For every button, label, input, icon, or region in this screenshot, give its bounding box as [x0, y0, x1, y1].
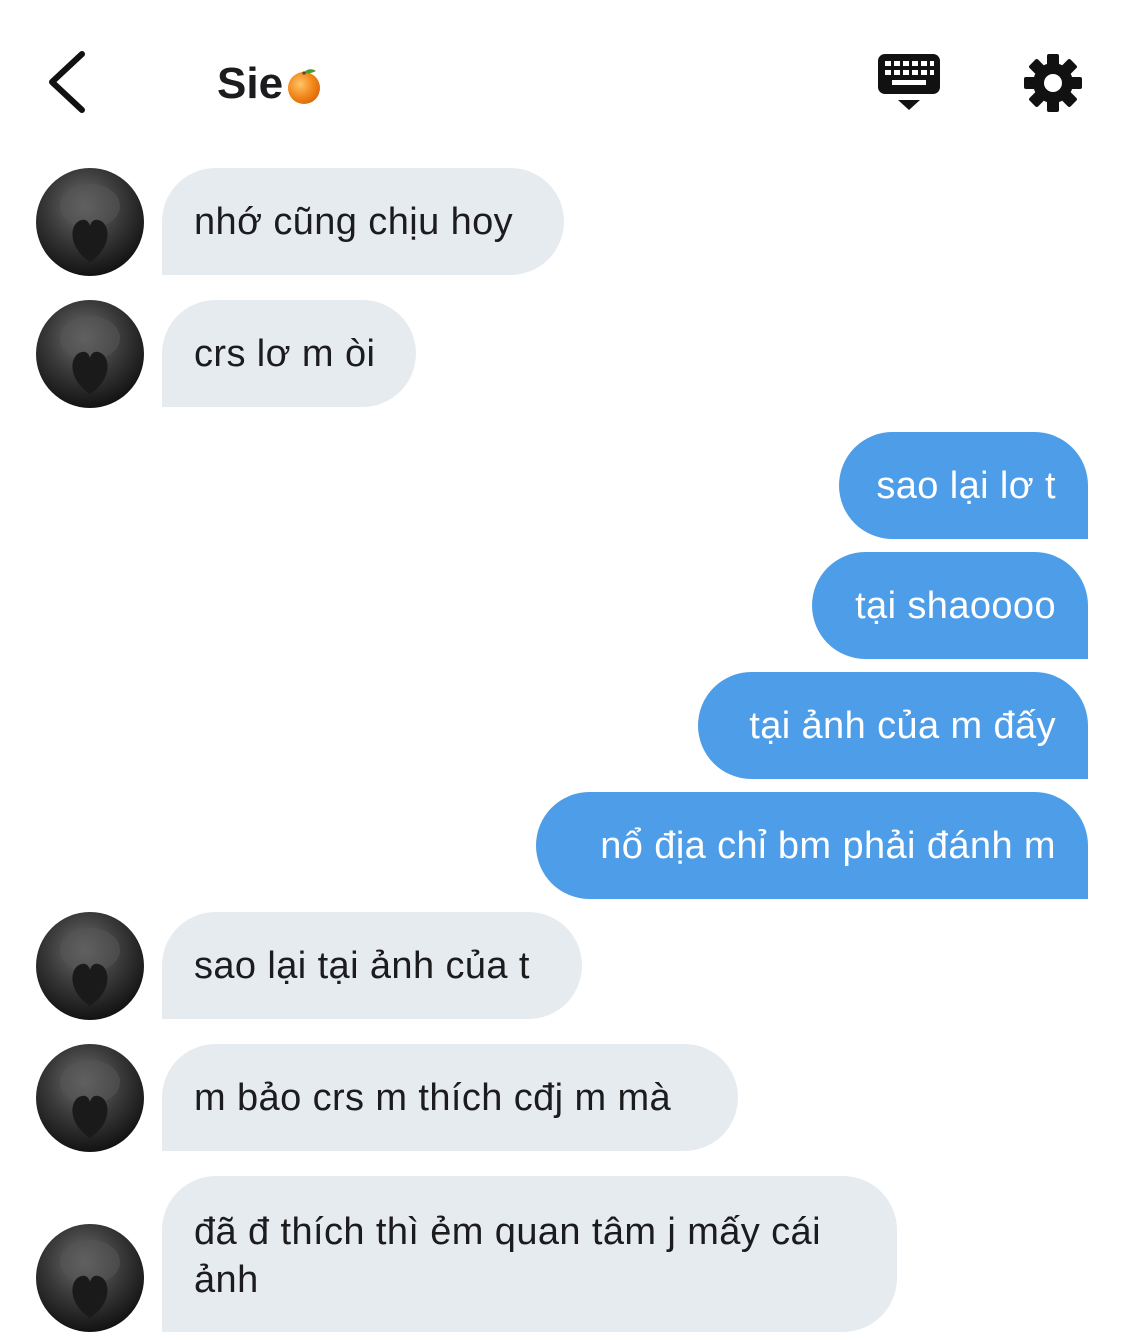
incoming-message[interactable]: nhớ cũng chịu hoy	[162, 168, 564, 275]
outgoing-message[interactable]: nổ địa chỉ bm phải đánh m	[536, 792, 1088, 899]
message-text: nhớ cũng chịu hoy	[194, 201, 514, 243]
chevron-left-icon	[49, 51, 85, 113]
outgoing-message[interactable]: tại shaoooo	[812, 552, 1088, 659]
outgoing-message[interactable]: tại ảnh của m đấy	[698, 672, 1088, 779]
message-text: crs lơ m òi	[194, 333, 376, 375]
heart-icon	[72, 351, 108, 394]
contact-avatar[interactable]	[36, 300, 144, 408]
message-text: sao lại lơ t	[876, 465, 1056, 507]
message-text: tại ảnh của m đấy	[749, 705, 1056, 747]
contact-name: Sie	[217, 59, 284, 108]
message-text: m bảo crs m thích cđj m mà	[194, 1077, 672, 1119]
heart-icon	[72, 1275, 108, 1318]
gear-icon	[1024, 54, 1082, 112]
contact-avatar[interactable]	[36, 912, 144, 1020]
contact-avatar[interactable]	[36, 168, 144, 276]
back-button[interactable]	[38, 46, 98, 116]
message-text: tại shaoooo	[855, 585, 1056, 627]
outgoing-message[interactable]: sao lại lơ t	[839, 432, 1088, 539]
conversation-title[interactable]: Sie	[217, 58, 323, 110]
incoming-message[interactable]: m bảo crs m thích cđj m mà	[162, 1044, 738, 1151]
message-text: sao lại tại ảnh của t	[194, 945, 530, 987]
heart-icon	[72, 219, 108, 262]
incoming-message[interactable]: đã đ thích thì ẻm quan tâm j mấy cái ảnh	[162, 1176, 897, 1332]
settings-button[interactable]	[1022, 52, 1084, 114]
contact-avatar[interactable]	[36, 1224, 144, 1332]
keyboard-icon	[878, 54, 940, 110]
incoming-message[interactable]: crs lơ m òi	[162, 300, 416, 407]
contact-avatar[interactable]	[36, 1044, 144, 1152]
chat-header: Sie	[0, 0, 1125, 160]
heart-icon	[72, 963, 108, 1006]
incoming-message[interactable]: sao lại tại ảnh của t	[162, 912, 582, 1019]
message-text: nổ địa chỉ bm phải đánh m	[600, 825, 1056, 867]
orange-emoji-icon	[285, 65, 323, 104]
message-text: đã đ thích thì ẻm quan tâm j mấy cái ảnh	[194, 1211, 821, 1301]
keyboard-button[interactable]	[876, 50, 942, 116]
heart-icon	[72, 1095, 108, 1138]
